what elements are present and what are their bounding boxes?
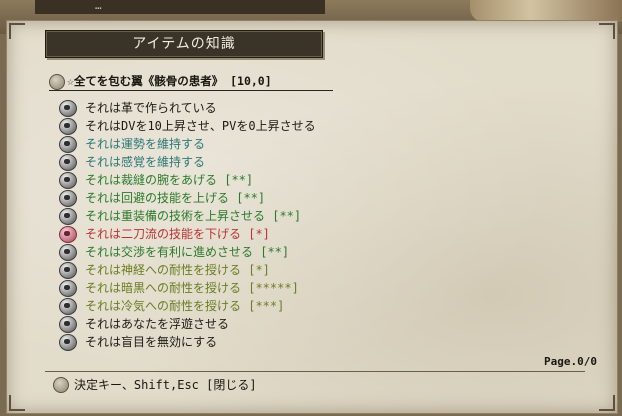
corner-ornament (9, 23, 25, 39)
property-text: それは運勢を維持する (85, 137, 206, 151)
blind-resist-icon (59, 333, 77, 351)
property-row: それは運勢を維持する (59, 135, 539, 153)
background-tab: … (35, 0, 325, 14)
property-text: それは裁縫の腕をあげる [**] (85, 173, 254, 187)
resistance-icon (59, 297, 77, 315)
skill-icon (59, 171, 77, 189)
item-name: ☆全てを包む翼《骸骨の患者》 [10,0] (67, 74, 272, 88)
property-row: それは盲目を無効にする (59, 333, 539, 351)
property-text: それはあなたを浮遊させる (85, 317, 230, 331)
property-text: それは冷気への耐性を授ける [***] (85, 299, 285, 313)
property-text: それは交渉を有利に進めさせる [**] (85, 245, 290, 259)
perception-icon (59, 153, 77, 171)
skill-icon (59, 207, 77, 225)
property-text: それは暗黒への耐性を授ける [*****] (85, 281, 299, 295)
skill-down-icon (59, 225, 77, 243)
skill-icon (59, 243, 77, 261)
property-list: それは革で作られているそれはDVを10上昇させ、PVを0上昇させる それは運勢を維… (59, 99, 539, 351)
resistance-icon (59, 261, 77, 279)
property-row: それは感覚を維持する (59, 153, 539, 171)
item-name-header: ☆全てを包む翼《骸骨の患者》 [10,0] (49, 73, 333, 91)
corner-ornament (9, 395, 25, 411)
property-row: それは冷気への耐性を授ける [***] (59, 297, 539, 315)
page-indicator: Page.0/0 (544, 355, 597, 368)
property-text: それはDVを10上昇させ、PVを0上昇させる (85, 119, 316, 133)
property-row: それは回避の技能を上げる [**] (59, 189, 539, 207)
property-row: それは革で作られている (59, 99, 539, 117)
property-text: それは革で作られている (85, 101, 217, 115)
window-title: アイテムの知識 (45, 30, 323, 58)
material-icon (59, 99, 77, 117)
property-row: それは交渉を有利に進めさせる [**] (59, 243, 539, 261)
property-text: それは重装備の技術を上昇させる [**] (85, 209, 302, 223)
background-decoration (470, 0, 622, 22)
levitation-icon (59, 315, 77, 333)
property-text: それは神経への耐性を授ける [*] (85, 263, 270, 277)
property-row: それは神経への耐性を授ける [*] (59, 261, 539, 279)
corner-ornament (599, 23, 615, 39)
property-text: それは感覚を維持する (85, 155, 206, 169)
property-text: それは二刀流の技能を下げる [*] (85, 227, 270, 241)
property-row: それは暗黒への耐性を授ける [*****] (59, 279, 539, 297)
property-text: それは回避の技能を上げる [**] (85, 191, 266, 205)
luck-icon (59, 135, 77, 153)
armor-icon (59, 117, 77, 135)
hint-orb-icon (53, 377, 69, 393)
property-row: それは裁縫の腕をあげる [**] (59, 171, 539, 189)
footer-divider (45, 371, 585, 372)
resistance-icon (59, 279, 77, 297)
property-row: それは二刀流の技能を下げる [*] (59, 225, 539, 243)
property-row: それは重装備の技術を上昇させる [**] (59, 207, 539, 225)
item-knowledge-window: アイテムの知識 ☆全てを包む翼《骸骨の患者》 [10,0] それは革で作られてい… (6, 20, 618, 414)
footer-hint[interactable]: 決定キー、Shift,Esc [閉じる] (74, 376, 257, 393)
corner-ornament (599, 395, 615, 411)
bullet-orb-icon (49, 74, 65, 90)
property-row: それはあなたを浮遊させる (59, 315, 539, 333)
skill-icon (59, 189, 77, 207)
property-row: それはDVを10上昇させ、PVを0上昇させる (59, 117, 539, 135)
property-text: それは盲目を無効にする (85, 335, 218, 349)
